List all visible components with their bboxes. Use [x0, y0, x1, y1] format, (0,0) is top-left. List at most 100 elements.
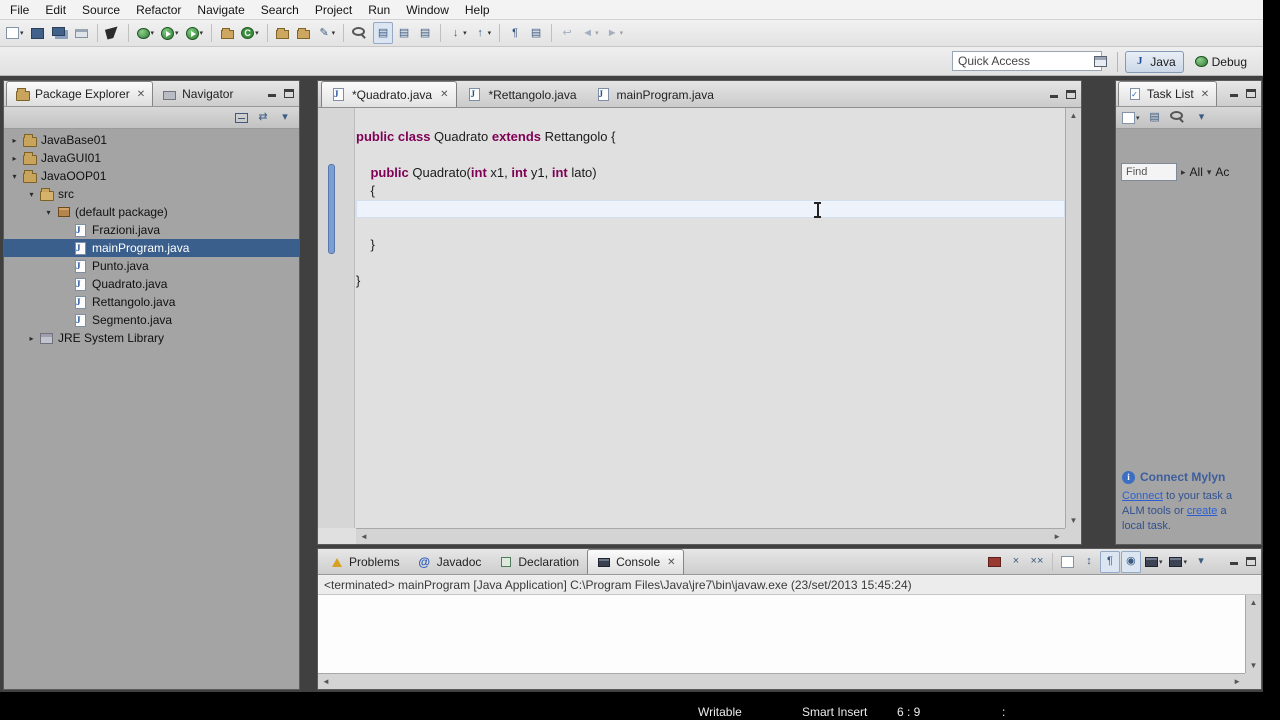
run-icon[interactable]: ▾ [158, 22, 182, 44]
minimize-icon[interactable] [1229, 557, 1239, 566]
minimize-icon[interactable] [267, 89, 277, 98]
editor-vertical-scrollbar[interactable]: ▲ ▼ [1065, 108, 1081, 528]
scroll-lock-icon[interactable]: ↕ [1079, 551, 1099, 573]
last-edit-location-icon[interactable]: ↩ [557, 22, 577, 44]
menu-window[interactable]: Window [398, 1, 457, 19]
console-vertical-scrollbar[interactable]: ▲ ▼ [1245, 595, 1261, 673]
new-task-icon[interactable]: ▾ [1119, 107, 1143, 129]
tab-javadoc[interactable]: Javadoc [408, 549, 490, 574]
collapse-arrow-icon[interactable]: ▾ [42, 208, 55, 217]
console-output[interactable]: ▲ ▼ ◄ ► [318, 594, 1261, 689]
tree-item-punto-java[interactable]: Punto.java [4, 257, 299, 275]
tree-item-javagui01[interactable]: ▸ JavaGUI01 [4, 149, 299, 167]
display-selected-console-icon[interactable]: ▾ [1142, 551, 1166, 573]
editor-tab-quadrato-java[interactable]: *Quadrato.java ✕ [321, 81, 458, 107]
tab-console[interactable]: Console ✕ [587, 549, 684, 574]
tree-item-default-package[interactable]: ▾ (default package) [4, 203, 299, 221]
remove-all-launches-icon[interactable]: ×× [1027, 551, 1047, 573]
mark-occurrences-icon[interactable]: ▤ [373, 22, 394, 44]
close-icon[interactable]: ✕ [667, 557, 675, 568]
expand-arrow-icon[interactable]: ▸ [25, 334, 38, 343]
clear-console-icon[interactable] [1058, 551, 1078, 573]
package-explorer-view-menu-icon[interactable]: ▾ [275, 107, 295, 129]
debug-icon[interactable]: ▾ [134, 22, 158, 44]
scroll-down-icon[interactable]: ▼ [1250, 661, 1258, 670]
categorized-presentation-icon[interactable]: ▤ [1145, 107, 1165, 129]
menu-help[interactable]: Help [457, 1, 498, 19]
tab-problems[interactable]: Problems [320, 549, 408, 574]
editor-tab-rettangolo-java[interactable]: *Rettangolo.java [457, 81, 585, 107]
scroll-up-icon[interactable]: ▲ [1070, 111, 1078, 120]
find-activate-clipped[interactable]: Ac [1215, 165, 1229, 179]
link-with-editor-icon[interactable]: ⇄ [253, 107, 273, 129]
show-annotations-icon[interactable]: ▤ [394, 22, 414, 44]
run-external-tools-icon[interactable]: ▾ [183, 22, 207, 44]
menu-file[interactable]: File [2, 1, 37, 19]
console-view-menu-icon[interactable]: ▾ [1191, 551, 1211, 573]
maximize-icon[interactable] [1066, 90, 1076, 99]
find-scope-all[interactable]: All [1190, 165, 1203, 179]
collapse-arrow-icon[interactable]: ▾ [8, 172, 21, 181]
collapse-all-icon[interactable] [231, 107, 251, 129]
coverage-icon[interactable]: ▤ [526, 22, 546, 44]
scroll-left-icon[interactable]: ◄ [322, 677, 330, 686]
expand-arrow-icon[interactable]: ▸ [8, 136, 21, 145]
editor-horizontal-scrollbar[interactable]: ◄ ► [356, 528, 1065, 544]
tab-package-explorer[interactable]: Package Explorer ✕ [6, 81, 154, 106]
task-list-view-menu-icon[interactable]: ▾ [1192, 107, 1212, 129]
quick-access-input[interactable]: Quick Access [952, 51, 1102, 71]
collapse-arrow-icon[interactable]: ▾ [25, 190, 38, 199]
find-scope-arrow-icon[interactable]: ▸ [1181, 167, 1186, 178]
mylyn-link-connect[interactable]: Connect [1122, 490, 1163, 502]
scroll-down-icon[interactable]: ▼ [1070, 516, 1078, 525]
pin-console-icon[interactable]: ◉ [1120, 550, 1141, 573]
print-icon[interactable] [72, 22, 92, 44]
close-icon[interactable]: ✕ [1201, 89, 1209, 100]
next-annotation-icon[interactable]: ↓ ▾ [446, 22, 470, 44]
chevron-down-icon[interactable]: ▾ [1207, 167, 1212, 178]
tab-navigator[interactable]: Navigator [153, 81, 241, 106]
scroll-right-icon[interactable]: ► [1233, 677, 1241, 686]
forward-history-icon[interactable]: ► ▾ [603, 22, 627, 44]
terminate-icon[interactable] [985, 551, 1005, 573]
tree-item-src[interactable]: ▾ src [4, 185, 299, 203]
scroll-up-icon[interactable]: ▲ [1250, 598, 1258, 607]
search-icon[interactable] [349, 22, 372, 44]
tree-item-mainprogram-java[interactable]: mainProgram.java [4, 239, 299, 257]
menu-run[interactable]: Run [360, 1, 398, 19]
menu-search[interactable]: Search [253, 1, 307, 19]
open-type-hierarchy-icon[interactable]: ▤ [415, 22, 435, 44]
find-input[interactable]: Find [1121, 163, 1177, 181]
cursor-mode-icon[interactable] [103, 22, 123, 44]
tree-item-segmento-java[interactable]: Segmento.java [4, 311, 299, 329]
new-java-class-icon[interactable]: ▾ [238, 22, 262, 44]
save-all-icon[interactable] [49, 22, 71, 44]
menu-edit[interactable]: Edit [37, 1, 74, 19]
open-console-icon[interactable]: ▾ [1166, 551, 1190, 573]
expand-arrow-icon[interactable]: ▸ [8, 154, 21, 163]
menu-project[interactable]: Project [307, 1, 360, 19]
edit-task-icon[interactable]: ✎ ▾ [315, 22, 339, 44]
maximize-icon[interactable] [1246, 557, 1256, 566]
mylyn-link-create[interactable]: create [1187, 505, 1218, 517]
word-wrap-icon[interactable]: ¶ [1099, 550, 1120, 573]
minimize-icon[interactable] [1049, 90, 1059, 99]
save-icon[interactable] [28, 22, 48, 44]
mylyn-title-link[interactable]: Connect Mylyn [1140, 470, 1225, 484]
console-horizontal-scrollbar[interactable]: ◄ ► [318, 673, 1245, 689]
open-task-icon[interactable] [273, 22, 293, 44]
open-perspective-button[interactable] [1090, 51, 1110, 73]
close-icon[interactable]: ✕ [137, 89, 145, 100]
menu-source[interactable]: Source [74, 1, 128, 19]
code-editor[interactable]: public class Quadrato extends Rettangolo… [356, 108, 1065, 528]
activate-task-icon[interactable] [294, 22, 314, 44]
menu-navigate[interactable]: Navigate [189, 1, 252, 19]
previous-annotation-icon[interactable]: ↑ ▾ [471, 22, 495, 44]
minimize-icon[interactable] [1229, 89, 1239, 98]
new-wizard-icon[interactable]: ▾ [3, 22, 27, 44]
tab-task-list[interactable]: Task List ✕ [1118, 81, 1218, 106]
maximize-icon[interactable] [284, 89, 294, 98]
back-history-icon[interactable]: ◄ ▾ [578, 22, 602, 44]
tree-item-quadrato-java[interactable]: Quadrato.java [4, 275, 299, 293]
maximize-icon[interactable] [1246, 89, 1256, 98]
